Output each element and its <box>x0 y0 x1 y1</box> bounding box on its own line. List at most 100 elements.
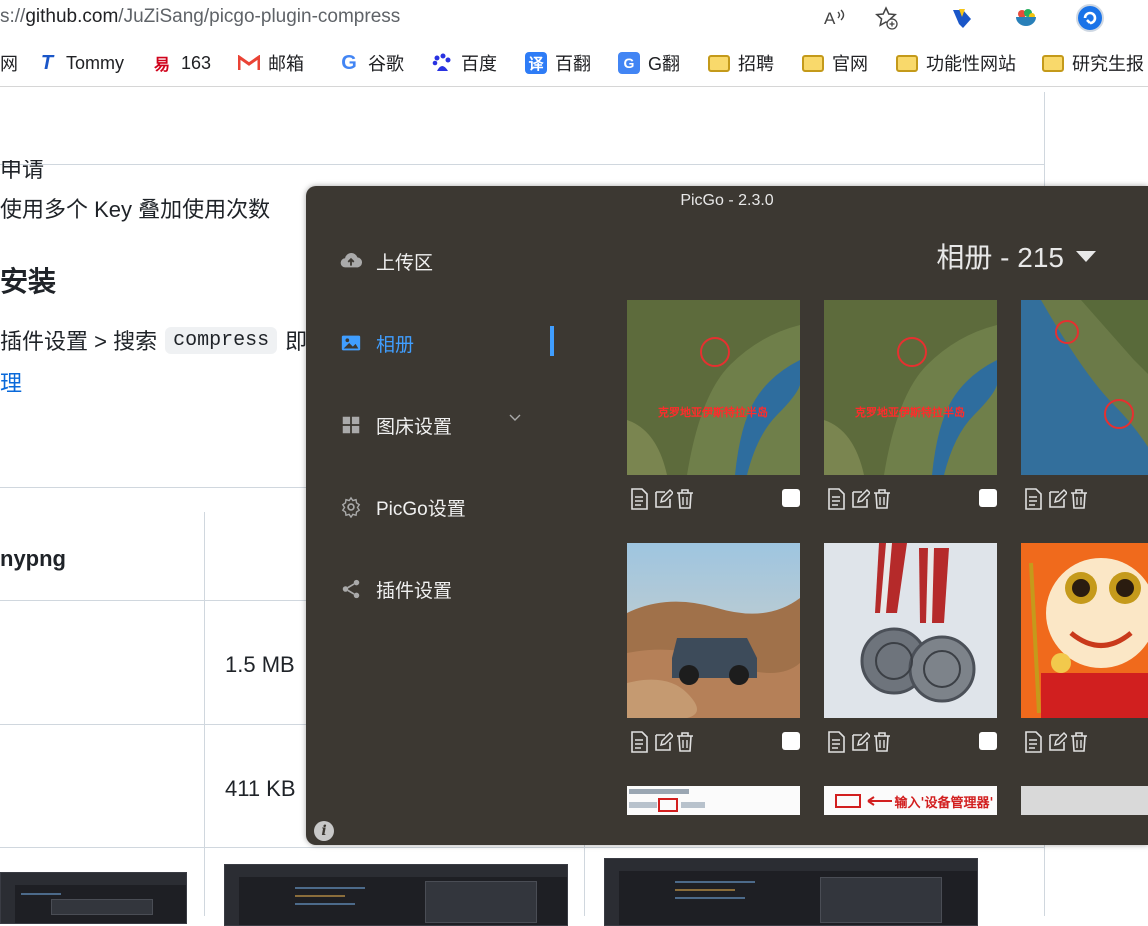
url-prefix: s:// <box>0 6 26 27</box>
gallery-image[interactable] <box>1021 786 1148 815</box>
readme-text: 使用多个 Key 叠加使用次数 <box>0 197 271 222</box>
gallery-image[interactable] <box>627 786 800 815</box>
profile-extension-icon[interactable] <box>1076 4 1104 32</box>
read-aloud-icon[interactable]: A <box>820 4 848 32</box>
picgo-window[interactable]: PicGo - 2.3.0 上传区 相册 图床设置 PicGo设置 插件设置 相… <box>306 186 1148 845</box>
folder-icon <box>896 54 918 72</box>
bookmark-item[interactable]: 网 <box>0 50 18 76</box>
trash-icon[interactable] <box>1069 488 1089 510</box>
edit-icon[interactable] <box>1047 731 1067 753</box>
nav-picgo-settings[interactable]: PicGo设置 <box>340 492 466 522</box>
bookmark-folder[interactable]: 功能性网站 <box>896 50 1016 76</box>
trash-icon[interactable] <box>872 731 892 753</box>
table-border <box>0 847 1044 848</box>
readme-text: 申请 <box>0 157 45 182</box>
document-icon[interactable] <box>1023 731 1043 753</box>
extension-bowl-icon[interactable] <box>1012 4 1040 32</box>
edit-icon[interactable] <box>850 488 870 510</box>
bookmark-label: 招聘 <box>738 54 774 74</box>
bookmark-item[interactable]: 译百翻 <box>525 50 591 76</box>
bookmark-item[interactable]: G G翻 <box>618 50 680 76</box>
bookmark-item[interactable]: 百度 <box>431 50 497 76</box>
gallery-image[interactable] <box>627 543 800 718</box>
gallery-item[interactable] <box>1021 786 1148 815</box>
bookmark-label: 研究生报 <box>1072 54 1144 74</box>
svg-text:A: A <box>824 9 836 28</box>
select-checkbox[interactable] <box>979 732 997 750</box>
bookmark-label: 百翻 <box>555 54 591 74</box>
grid-icon <box>342 416 360 434</box>
info-icon[interactable]: i <box>314 821 334 841</box>
album-count-dropdown[interactable]: 相册 - 215 <box>936 236 1096 276</box>
gmail-icon <box>238 52 260 74</box>
gallery-image[interactable]: 输入'设备管理器' <box>824 786 997 815</box>
bookmark-label: 百度 <box>461 54 497 74</box>
album-title: 相册 - 215 <box>936 242 1064 273</box>
instruction-text: 即 <box>285 329 308 354</box>
folder-icon <box>1042 54 1064 72</box>
bookmark-label: 谷歌 <box>368 54 404 74</box>
chevron-down-icon[interactable] <box>509 412 521 424</box>
add-favorite-icon[interactable] <box>872 4 900 32</box>
trash-icon[interactable] <box>1069 731 1089 753</box>
gallery-image[interactable]: 克罗地亚伊斯特拉半岛 <box>824 300 997 475</box>
bookmark-folder[interactable]: 官网 <box>802 50 868 76</box>
trash-icon[interactable] <box>675 488 695 510</box>
nav-label: 相册 <box>376 334 415 356</box>
window-title: PicGo - 2.3.0 <box>680 192 774 209</box>
trash-icon[interactable] <box>675 731 695 753</box>
readme-link[interactable]: 理 <box>0 366 22 398</box>
table-cell: 411 KB <box>225 776 296 801</box>
document-icon[interactable] <box>826 488 846 510</box>
document-icon[interactable] <box>629 488 649 510</box>
bookmark-item[interactable]: G 谷歌 <box>338 50 404 76</box>
document-icon[interactable] <box>629 731 649 753</box>
gallery-item[interactable]: 输入'设备管理器' <box>824 786 997 815</box>
table-border <box>204 512 205 916</box>
select-checkbox[interactable] <box>782 732 800 750</box>
bookmark-label: Tommy <box>66 52 124 73</box>
share-icon <box>342 579 360 599</box>
edit-icon[interactable] <box>653 488 673 510</box>
bookmark-label: G翻 <box>648 54 681 74</box>
bookmark-item[interactable]: 易 163 <box>151 50 211 76</box>
cloud-upload-icon <box>340 253 362 268</box>
nav-plugin-settings[interactable]: 插件设置 <box>340 574 452 604</box>
nav-album[interactable]: 相册 <box>340 328 414 358</box>
nav-picbed-settings[interactable]: 图床设置 <box>340 410 452 440</box>
image-icon <box>341 335 361 351</box>
bookmark-item[interactable]: T Tommy <box>36 50 124 76</box>
item-toolbar <box>627 486 800 512</box>
caret-down-icon <box>1076 250 1096 262</box>
gallery-image[interactable] <box>1021 300 1148 475</box>
url-path: /JuZiSang/picgo-plugin-compress <box>118 6 401 27</box>
url-text[interactable]: s://github.com/JuZiSang/picgo-plugin-com… <box>0 6 400 28</box>
address-bar[interactable]: s://github.com/JuZiSang/picgo-plugin-com… <box>0 0 1148 36</box>
gallery-image[interactable]: 克罗地亚伊斯特拉半岛 <box>627 300 800 475</box>
edit-icon[interactable] <box>850 731 870 753</box>
edit-icon[interactable] <box>653 731 673 753</box>
folder-icon <box>802 54 824 72</box>
item-toolbar <box>824 486 997 512</box>
folder-icon <box>708 54 730 72</box>
trash-icon[interactable] <box>872 488 892 510</box>
nav-label: PicGo设置 <box>376 498 466 520</box>
gallery-image[interactable] <box>1021 543 1148 718</box>
install-instruction: 插件设置 > 搜索 compress 即 <box>0 324 307 356</box>
select-checkbox[interactable] <box>979 489 997 507</box>
item-toolbar <box>1021 729 1148 755</box>
document-icon[interactable] <box>1023 488 1043 510</box>
gallery-item[interactable] <box>627 786 800 815</box>
bookmark-folder[interactable]: 研究生报 <box>1042 50 1144 76</box>
bookmark-folder[interactable]: 招聘 <box>708 50 774 76</box>
bookmark-label: 163 <box>181 52 212 73</box>
document-icon[interactable] <box>826 731 846 753</box>
edit-icon[interactable] <box>1047 488 1067 510</box>
nav-upload[interactable]: 上传区 <box>340 246 433 276</box>
gallery-image[interactable] <box>824 543 997 718</box>
instruction-text: 插件设置 > 搜索 <box>0 329 158 354</box>
url-host: github.com <box>25 6 119 27</box>
extension-badge-icon[interactable] <box>948 4 976 32</box>
select-checkbox[interactable] <box>782 489 800 507</box>
bookmark-item[interactable]: 邮箱 <box>238 50 304 76</box>
